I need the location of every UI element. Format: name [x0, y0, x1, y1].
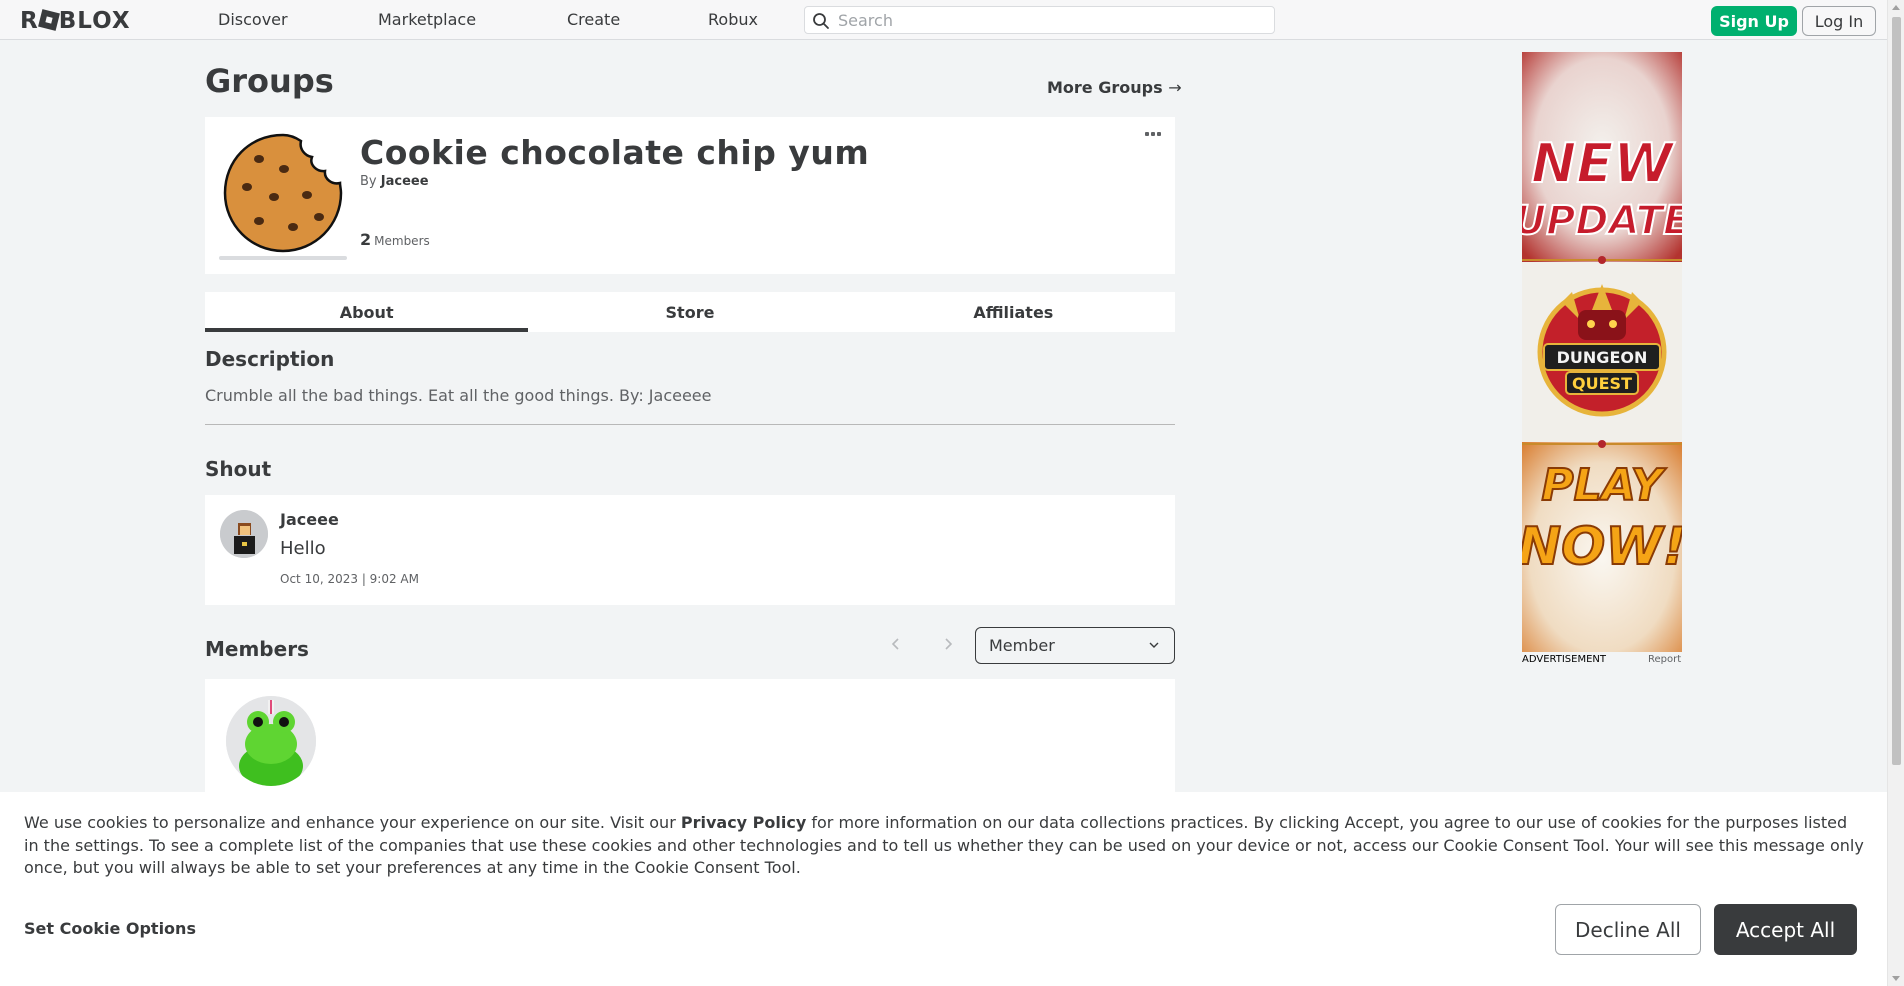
more-groups-link[interactable]: More Groups →: [1047, 78, 1182, 97]
roblox-logo[interactable]: R BLOX: [20, 8, 131, 34]
members-list: [205, 679, 1175, 799]
frog-avatar-icon: [226, 696, 316, 786]
description-heading: Description: [205, 347, 335, 371]
chevron-right-icon[interactable]: [942, 636, 954, 652]
group-owner-link[interactable]: Jaceee: [381, 174, 429, 189]
dungeon-quest-ad-art: NEW UPDATE DUNGEON QUEST PLAY NOW!: [1522, 52, 1682, 652]
ad-logo-quest: QUEST: [1572, 374, 1632, 393]
member-count-label: Members: [374, 234, 430, 248]
log-in-button[interactable]: Log In: [1802, 6, 1876, 36]
tab-about[interactable]: About: [205, 292, 529, 332]
avatar[interactable]: [220, 510, 268, 558]
cookie-text-before: We use cookies to personalize and enhanc…: [24, 813, 681, 832]
role-select[interactable]: Member: [975, 627, 1175, 664]
report-ad-link[interactable]: Report: [1648, 654, 1681, 665]
cookie-message: We use cookies to personalize and enhanc…: [24, 812, 1864, 880]
avatar[interactable]: [226, 696, 316, 786]
shout-heading: Shout: [205, 457, 272, 481]
page-title: Groups: [205, 62, 334, 100]
shout-card: Jaceee Hello Oct 10, 2023 | 9:02 AM: [205, 495, 1175, 605]
ad-line-new: NEW: [1531, 132, 1675, 195]
page-scrollbar[interactable]: [1887, 0, 1904, 986]
search-box[interactable]: [804, 6, 1275, 34]
cookie-icon: [223, 133, 343, 253]
role-select-value: Member: [989, 636, 1055, 655]
group-name: Cookie chocolate chip yum: [360, 133, 870, 172]
nav-robux[interactable]: Robux: [708, 10, 758, 29]
description-text: Crumble all the bad things. Eat all the …: [205, 386, 712, 405]
decline-all-button[interactable]: Decline All: [1555, 904, 1701, 955]
arrow-right-icon: →: [1168, 78, 1182, 97]
scrollbar-thumb[interactable]: [1892, 17, 1901, 765]
shout-author-link[interactable]: Jaceee: [280, 510, 339, 529]
ad-logo-dungeon: DUNGEON: [1557, 348, 1648, 367]
group-owner-line: By Jaceee: [360, 174, 429, 189]
search-input[interactable]: [838, 10, 1258, 30]
search-icon: [813, 13, 829, 29]
by-label: By: [360, 174, 377, 189]
top-navigation: R BLOX Discover Marketplace Create Robux …: [0, 0, 1887, 40]
scroll-down-icon[interactable]: [1892, 976, 1900, 981]
sign-up-button[interactable]: Sign Up: [1711, 6, 1797, 36]
shout-timestamp: Oct 10, 2023 | 9:02 AM: [280, 572, 419, 586]
tab-store[interactable]: Store: [528, 292, 851, 332]
privacy-policy-link[interactable]: Privacy Policy: [681, 813, 806, 832]
set-cookie-options-button[interactable]: Set Cookie Options: [24, 919, 196, 938]
group-emblem[interactable]: [219, 129, 347, 260]
ad-line-now: NOW!: [1522, 517, 1682, 577]
chevron-left-icon[interactable]: [890, 636, 902, 652]
nav-marketplace[interactable]: Marketplace: [378, 10, 476, 29]
chevron-down-icon: [1149, 642, 1159, 648]
group-member-count: 2 Members: [360, 230, 430, 249]
accept-all-button[interactable]: Accept All: [1714, 904, 1857, 955]
members-heading: Members: [205, 637, 309, 661]
shout-message: Hello: [280, 538, 326, 559]
nav-discover[interactable]: Discover: [218, 10, 288, 29]
advertisement-banner[interactable]: NEW UPDATE DUNGEON QUEST PLAY NOW!: [1522, 52, 1682, 652]
cookie-consent-banner: We use cookies to personalize and enhanc…: [0, 792, 1887, 986]
scroll-up-icon[interactable]: [1892, 5, 1900, 10]
user-avatar-icon: [220, 510, 268, 558]
group-tabs: About Store Affiliates: [205, 292, 1175, 332]
nav-create[interactable]: Create: [567, 10, 620, 29]
ad-line-update: UPDATE: [1522, 198, 1682, 244]
tab-affiliates[interactable]: Affiliates: [852, 292, 1175, 332]
divider: [205, 424, 1175, 425]
group-header-card: Cookie chocolate chip yum By Jaceee 2 Mem…: [205, 117, 1175, 274]
more-options-icon[interactable]: [1145, 132, 1163, 140]
member-count-value: 2: [360, 230, 372, 249]
advertisement-label: ADVERTISEMENT: [1522, 654, 1607, 665]
ad-line-play: PLAY: [1541, 460, 1666, 511]
more-groups-label: More Groups: [1047, 78, 1163, 97]
